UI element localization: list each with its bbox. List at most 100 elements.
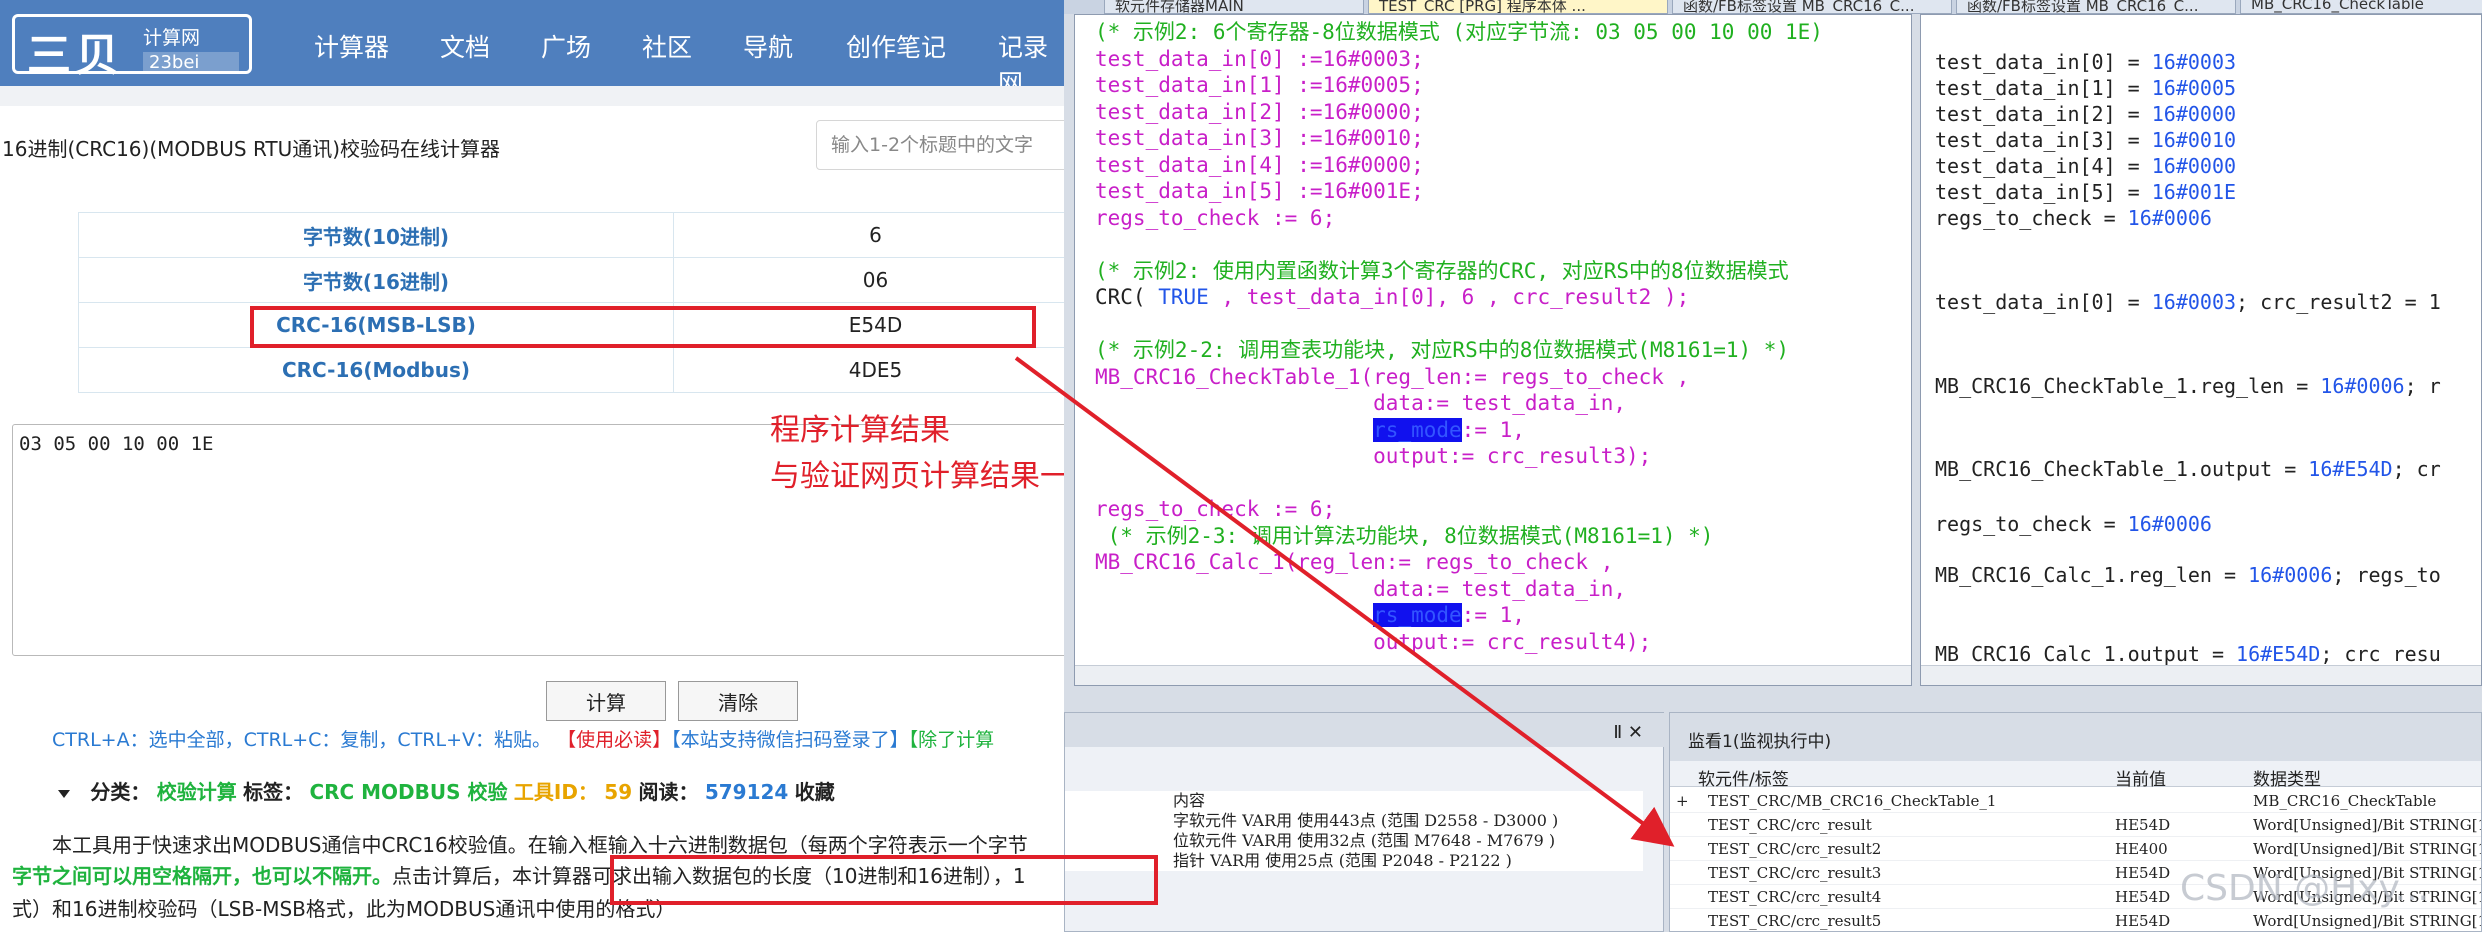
monitor-line: test_data_in[0] = 16#0003; crc_result2 =…	[1935, 289, 2441, 315]
st-code-editor[interactable]: (* 示例2: 6个寄存器-8位数据模式 (对应字节流: 03 05 00 10…	[1074, 14, 1912, 686]
result-label: 字节数(16进制)	[78, 257, 674, 303]
monitor-scrollbar[interactable]	[1921, 665, 2481, 685]
table-row: 字节数(16进制) 06	[78, 257, 1064, 303]
logo-en-text: 23bei	[143, 52, 239, 73]
code-token: CRC(	[1095, 285, 1159, 309]
code-token: , test_data_in[0], 6 , crc_result2 );	[1208, 285, 1690, 309]
search-input[interactable]	[816, 120, 1064, 170]
monitor-line: test_data_in[4] = 16#0000	[1935, 153, 2236, 179]
monitor-token: 16#0006	[2248, 563, 2333, 587]
tab-device-memory[interactable]: 软元件存储器MAIN	[1104, 0, 1364, 14]
watch-row[interactable]: TEST_CRC/crc_result HE54D Word[Unsigned]/B…	[1670, 813, 2482, 837]
description-highlight: 字节之间可以用空格隔开，也可以不隔开。	[12, 864, 392, 888]
monitor-token: 16#001E	[2151, 180, 2237, 204]
category-line: 分类： 校验计算 标签： CRC MODBUS 校验 工具ID： 59 阅读： …	[58, 776, 835, 805]
watch-title: 监看1(监视执行中)	[1670, 713, 2481, 761]
watch-value: HE54D	[2115, 888, 2171, 906]
tab-fb-label-1[interactable]: 函数/FB标签设置 MB_CRC16_C...	[1672, 0, 1952, 14]
tags-link[interactable]: CRC MODBUS 校验	[309, 780, 507, 804]
monitor-line: MB_CRC16_Calc_1.output = 16#E54D; crc_re…	[1935, 641, 2441, 667]
result-label: CRC-16(Modbus)	[78, 347, 674, 393]
must-read-link[interactable]: 【使用必读】	[557, 729, 671, 751]
watch-name: TEST_CRC/crc_result4	[1708, 888, 1882, 906]
watch-header-row: 软元件/标签 当前值 数据类型	[1670, 761, 2481, 790]
monitor-line: test_data_in[2] = 16#0000	[1935, 101, 2236, 127]
monitor-token: test_data_in[0] =	[1935, 290, 2152, 314]
watch-name: TEST_CRC/crc_result5	[1708, 912, 1882, 930]
monitor-token: test_data_in[3] =	[1935, 128, 2152, 152]
monitor-token: ; crc_result2 = 1	[2236, 290, 2441, 314]
site-logo[interactable]: 三贝 计算网 23bei	[12, 14, 252, 81]
result-value: 4DE5	[673, 347, 1064, 393]
logo-subtext-box: 计算网 23bei	[143, 23, 239, 73]
watch-col-value[interactable]: 当前值	[2115, 765, 2166, 790]
watch-row[interactable]: + TEST_CRC/MB_CRC16_CheckTable_1 MB_CRC16_…	[1670, 789, 2481, 813]
monitor-token: 16#0010	[2151, 128, 2237, 152]
favorite-link[interactable]: 收藏	[795, 780, 835, 804]
watch-col-type[interactable]: 数据类型	[2253, 765, 2321, 790]
clear-button[interactable]: 清除	[678, 681, 798, 721]
monitor-token: ; regs_to	[2332, 563, 2441, 587]
monitor-line: test_data_in[1] = 16#0005	[1935, 75, 2236, 101]
watch-row[interactable]: TEST_CRC/crc_result2 HE400 Word[Unsigned]/…	[1670, 837, 2481, 861]
tab-checktable[interactable]: MB_CRC16_CheckTable	[2240, 0, 2482, 14]
watch-type: Word[Unsigned]/Bit STRING[16	[2253, 816, 2482, 834]
monitor-line: MB_CRC16_Calc_1.reg_len = 16#0006; regs_…	[1935, 562, 2441, 588]
tab-fb-label-2[interactable]: 函数/FB标签设置 MB_CRC16_C...	[1956, 0, 2236, 14]
nav-community[interactable]: 社区	[642, 28, 692, 64]
code-line: CRC( TRUE , test_data_in[0], 6 , crc_res…	[1095, 284, 1689, 310]
monitor-token: 16#0005	[2151, 76, 2237, 100]
code-line: data:= test_data_in,	[1095, 391, 1627, 415]
caret-down-icon[interactable]	[58, 789, 70, 798]
tool-id-prefix: 工具ID：	[513, 780, 598, 804]
output-row: 字软元件 VAR用 使用443点 (范围 D2558 - D3000 )	[1173, 811, 1559, 830]
code-line: MB_CRC16_CheckTable_1(reg_len:= regs_to_…	[1095, 364, 1690, 389]
tag-prefix: 标签：	[243, 780, 304, 804]
other-link[interactable]: 【除了计算	[909, 729, 995, 751]
monitor-token: 16#E54D	[2236, 642, 2321, 666]
code-token: TRUE	[1158, 285, 1209, 309]
tab-test-crc-program[interactable]: TEST_CRC [PRG] 程序本体 ...	[1368, 0, 1668, 14]
annotation-line-2: 与验证网页计算结果一致	[770, 459, 1064, 494]
monitor-line: test_data_in[0] = 16#0003	[1935, 49, 2236, 75]
watch-type: Word[Unsigned]/Bit STRING[16	[2253, 912, 2482, 930]
output-row: 位软元件 VAR用 使用32点 (范围 M7648 - M7679 )	[1173, 831, 1556, 850]
code-line: test_data_in[2] :=16#0000;	[1095, 99, 1424, 124]
monitor-line: test_data_in[3] = 16#0010	[1935, 127, 2236, 153]
code-token: := 1,	[1461, 417, 1525, 442]
panel-pin-close-icon[interactable]: Ⅱ ✕	[1613, 722, 1643, 743]
code-line: data:= test_data_in,	[1095, 576, 1627, 601]
monitor-token: test_data_in[0] =	[1935, 50, 2152, 74]
result-value: 06	[673, 257, 1064, 303]
nav-notes[interactable]: 创作笔记	[846, 28, 946, 64]
code-line: (* 示例2-2: 调用查表功能块, 对应RS中的8位数据模式(M8161=1)…	[1095, 338, 1790, 362]
nav-calculator[interactable]: 计算器	[314, 28, 389, 64]
monitor-token: MB_CRC16_Calc_1.reg_len =	[1935, 563, 2249, 587]
category-link[interactable]: 校验计算	[157, 780, 237, 804]
monitor-line: regs_to_check = 16#0006	[1935, 511, 2212, 537]
code-line: test_data_in[1] :=16#0005;	[1095, 73, 1424, 97]
watch-value: HE400	[2115, 840, 2168, 858]
watch-col-name[interactable]: 软元件/标签	[1698, 765, 1789, 790]
description-line-3: 式）和16进制校验码（LSB-MSB格式，此为MODBUS通讯中使用的格式）	[12, 897, 676, 921]
monitor-line: MB_CRC16_CheckTable_1.output = 16#E54D; …	[1935, 456, 2441, 482]
nav-plaza[interactable]: 广场	[541, 28, 591, 64]
expand-icon[interactable]: +	[1676, 792, 1689, 810]
nav-navigation[interactable]: 导航	[743, 28, 793, 64]
monitor-token: 16#0000	[2151, 102, 2237, 126]
wechat-login-link[interactable]: 【本站支持微信扫码登录了】	[671, 729, 909, 751]
watch-row[interactable]: TEST_CRC/crc_result5 HE54D Word[Unsigned]/…	[1670, 909, 2482, 931]
watch-value: HE54D	[2115, 816, 2171, 834]
category-prefix: 分类：	[90, 780, 151, 804]
code-line: (* 示例2: 使用内置函数计算3个寄存器的CRC, 对应RS中的8位数据模式	[1095, 258, 1789, 283]
page-title: 16进制(CRC16)(MODBUS RTU通讯)校验码在线计算器	[2, 137, 501, 161]
editor-scrollbar[interactable]	[1075, 665, 1911, 685]
watch-name: TEST_CRC/MB_CRC16_CheckTable_1	[1708, 792, 1997, 810]
calculator-webpage: 三贝 计算网 23bei 计算器 文档 广场 社区 导航 创作笔记 记录网 16…	[0, 0, 1064, 932]
code-line: output:= crc_result4);	[1095, 629, 1652, 654]
code-line: test_data_in[5] :=16#001E;	[1095, 179, 1424, 203]
calculate-button[interactable]: 计算	[546, 681, 666, 721]
output-header: 内容	[1173, 791, 1206, 810]
nav-docs[interactable]: 文档	[440, 28, 490, 64]
